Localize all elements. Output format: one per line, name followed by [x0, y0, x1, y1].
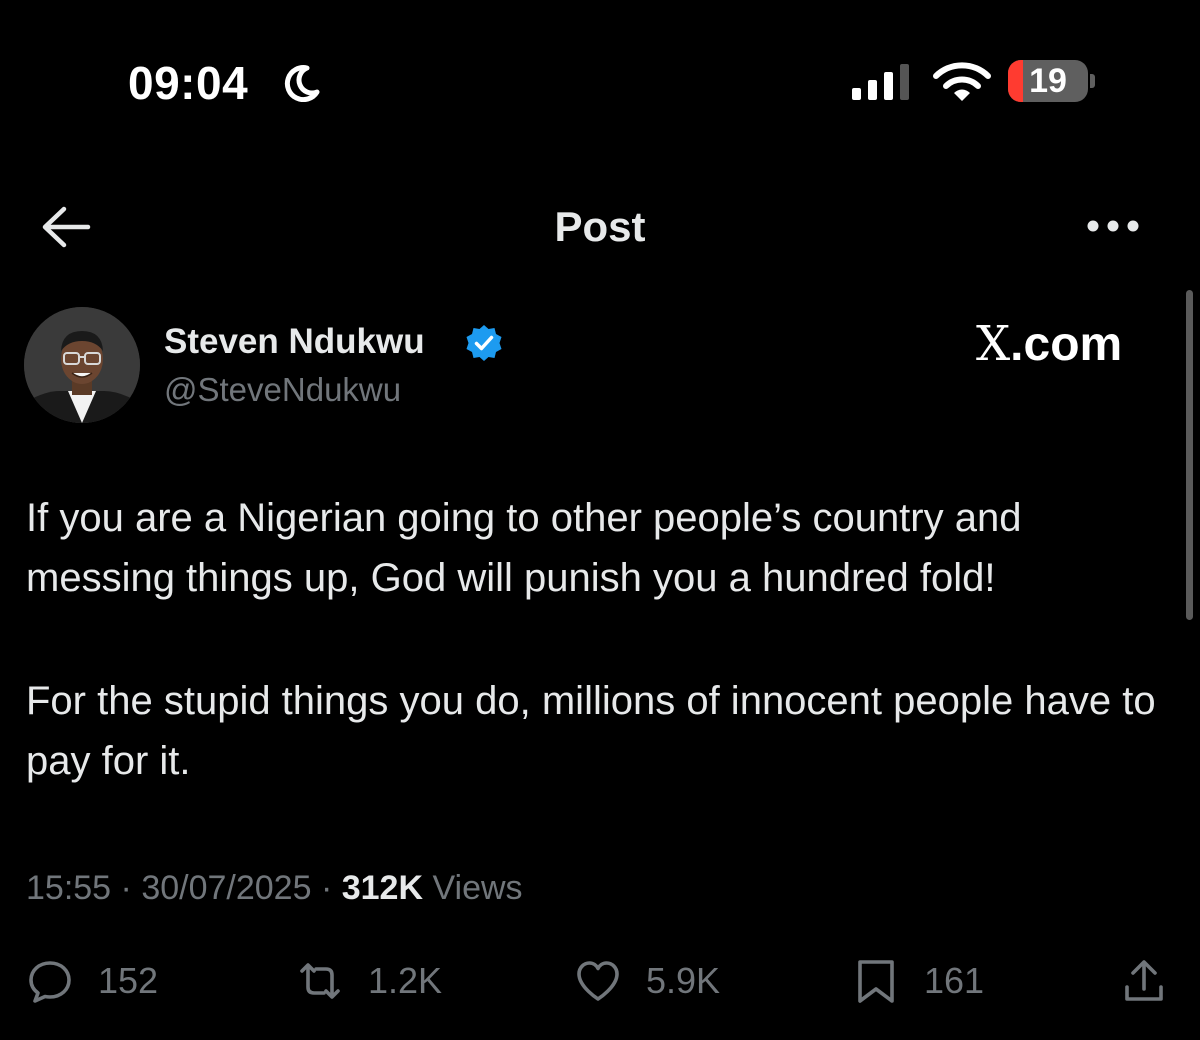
like-button[interactable]: 5.9K — [574, 955, 720, 1007]
repost-count: 1.2K — [368, 960, 443, 1001]
bookmark-button[interactable]: 161 — [852, 955, 984, 1007]
reply-count: 152 — [98, 960, 159, 1001]
like-icon — [577, 961, 619, 1001]
post-date: 30/07/2025 — [141, 869, 312, 907]
avatar[interactable] — [24, 307, 140, 423]
signal-icon — [852, 64, 909, 100]
repost-button[interactable]: 1.2K — [296, 955, 442, 1007]
author-name[interactable]: Steven Ndukwu — [164, 320, 425, 364]
watermark-domain: .com — [1010, 318, 1123, 371]
share-icon — [1125, 960, 1163, 1001]
battery-percentage: 19 — [1029, 62, 1067, 100]
reply-button[interactable]: 152 — [26, 955, 158, 1007]
post-time: 15:55 — [26, 869, 112, 907]
author-handle[interactable]: @SteveNdukwu — [164, 370, 401, 410]
x-logo-glyph: X — [976, 316, 1011, 372]
more-icon[interactable] — [1084, 214, 1142, 238]
verified-badge-icon — [466, 325, 502, 361]
page-title: Post — [554, 203, 646, 250]
repost-icon — [300, 963, 340, 999]
meta-separator: · — [120, 869, 132, 907]
post-meta: 15:55 · 30/07/2025 · 312K Views — [26, 867, 523, 909]
x-com-watermark: X.com — [976, 316, 1122, 373]
reply-icon — [29, 961, 71, 1003]
post-paragraph: If you are a Nigerian going to other peo… — [26, 496, 1022, 600]
wifi-icon — [933, 62, 991, 101]
moon-icon — [284, 65, 320, 102]
share-button[interactable] — [1120, 955, 1168, 1007]
bookmark-count: 161 — [924, 960, 985, 1001]
views-count[interactable]: 312K — [342, 869, 423, 907]
meta-separator: · — [320, 869, 333, 907]
views-label: Views — [432, 869, 523, 907]
post-paragraph: For the stupid things you do, millions o… — [26, 679, 1156, 783]
battery-tip — [1090, 74, 1095, 88]
post-text: If you are a Nigerian going to other peo… — [26, 488, 1166, 854]
avatar-image — [24, 307, 140, 423]
like-count: 5.9K — [646, 960, 721, 1001]
status-time: 09:04 — [128, 57, 249, 109]
battery-indicator: 19 — [1008, 60, 1088, 102]
bookmark-icon — [858, 960, 894, 1003]
scrollbar[interactable] — [1186, 290, 1193, 620]
